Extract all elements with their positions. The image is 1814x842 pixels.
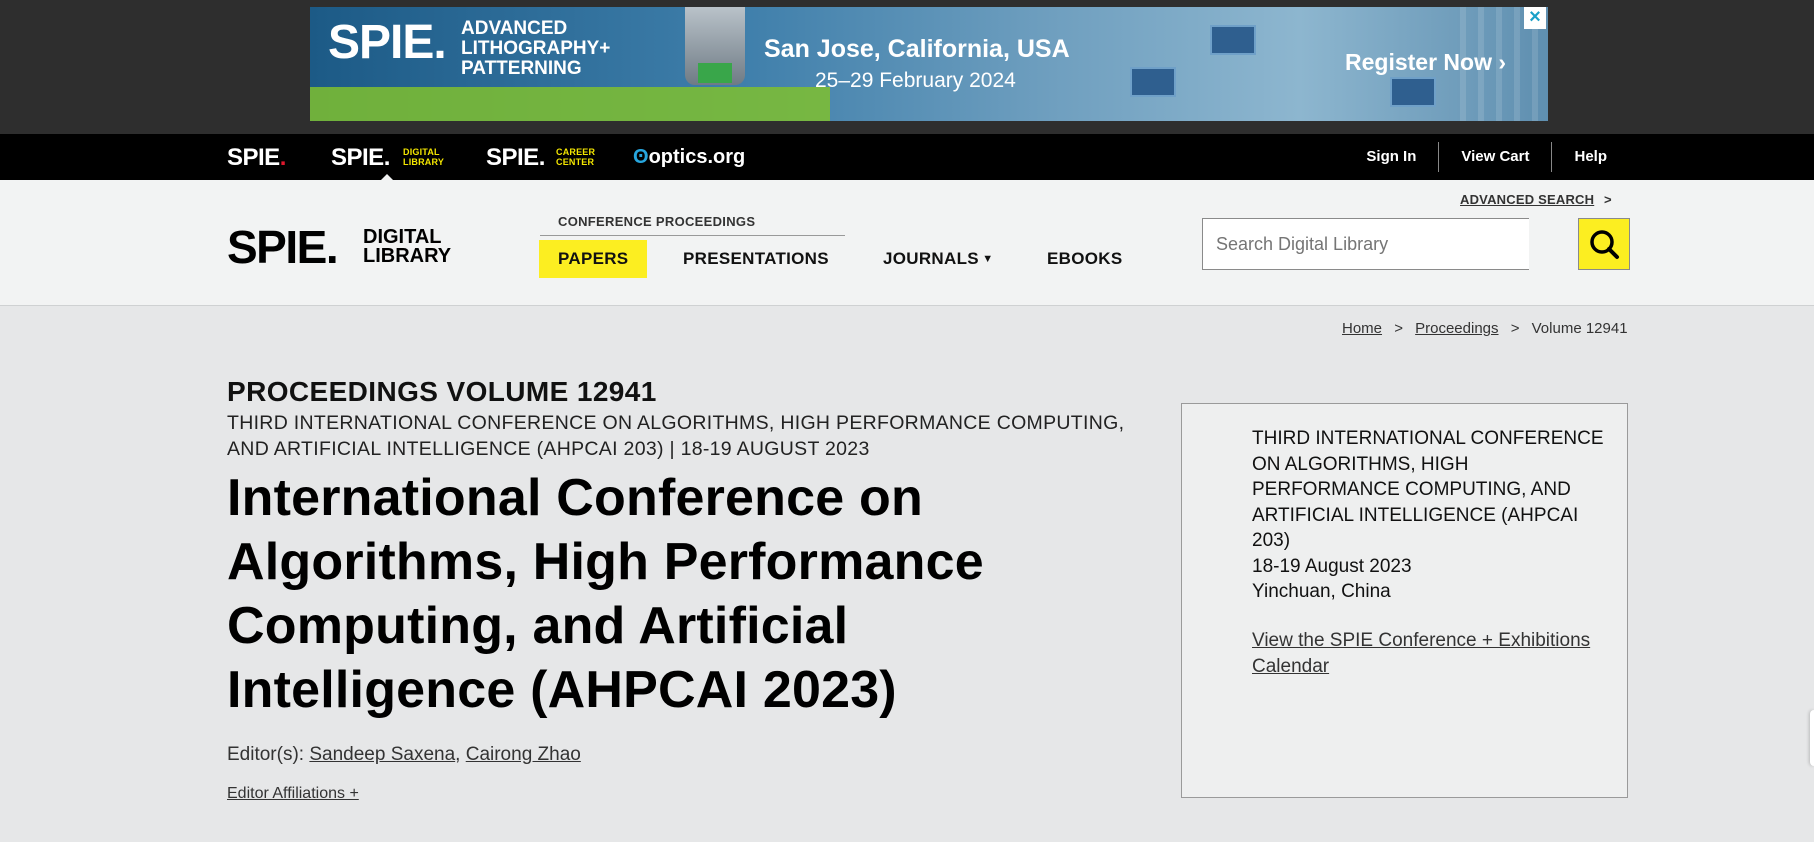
optics-org-link[interactable]: ʘoptics.org [633, 146, 745, 169]
ad-title: ADVANCED LITHOGRAPHY+ PATTERNING [461, 19, 610, 79]
conference-proceedings-label: CONFERENCE PROCEEDINGS [558, 214, 756, 229]
ad-title-line: LITHOGRAPHY+ [461, 38, 611, 59]
digital-library-brand-sub: DIGITAL LIBRARY [403, 147, 445, 167]
breadcrumb-home[interactable]: Home [1342, 320, 1382, 337]
digital-library-brand-link[interactable]: SPIE. DIGITAL LIBRARY [331, 144, 444, 172]
conference-info: THIRD INTERNATIONAL CONFERENCE ON ALGORI… [1252, 426, 1612, 605]
feedback-tab[interactable] [1810, 710, 1814, 766]
editors-label: Editor(s): [227, 744, 305, 765]
conference-info-card: THIRD INTERNATIONAL CONFERENCE ON ALGORI… [1181, 403, 1628, 798]
ad-spie-logo: SPIE. [328, 16, 447, 69]
search-icon [1590, 230, 1619, 259]
breadcrumb: Home > Proceedings > Volume 12941 [1342, 320, 1628, 337]
career-center-brand-name: SPIE. [486, 144, 545, 171]
breadcrumb-separator: > [1510, 320, 1520, 337]
help-link[interactable]: Help [1551, 142, 1629, 172]
editor-link[interactable]: Sandeep Saxena [309, 744, 455, 765]
advanced-search-arrow: > [1604, 192, 1612, 207]
editor-affiliations-toggle[interactable]: Editor Affiliations + [227, 785, 359, 803]
logo-digital-library: DIGITAL LIBRARY [363, 226, 452, 267]
conference-dates: 18-19 August 2023 [1252, 555, 1412, 577]
career-center-brand-link[interactable]: SPIE. CAREER CENTER [486, 144, 595, 172]
breadcrumb-separator: > [1394, 320, 1403, 337]
chevron-down-icon: ▼ [978, 253, 994, 265]
conference-subtitle: THIRD INTERNATIONAL CONFERENCE ON ALGORI… [227, 412, 1125, 460]
ad-title-line: PATTERNING [461, 58, 582, 79]
circuit-graphic [310, 87, 830, 121]
conference-calendar-link[interactable]: View the SPIE Conference + Exhibitions C… [1252, 628, 1592, 679]
ad-title-line: ADVANCED [461, 18, 568, 39]
digital-library-brand-name: SPIE. [331, 144, 390, 171]
nav-presentations[interactable]: PRESENTATIONS [683, 240, 829, 278]
advanced-search-link[interactable]: ADVANCED SEARCH [1460, 192, 1594, 207]
nav-journals-label: JOURNALS [883, 249, 979, 268]
conference-name: THIRD INTERNATIONAL CONFERENCE ON ALGORI… [1252, 428, 1604, 551]
optics-org-label: optics.org [648, 146, 746, 168]
search-input[interactable] [1202, 218, 1529, 270]
close-icon[interactable]: × [1524, 7, 1546, 29]
top-nav-bar: SPIE. SPIE. DIGITAL LIBRARY SPIE. CAREER C… [0, 134, 1814, 181]
editors-line: Editor(s): Sandeep Saxena, Cairong Zhao [227, 744, 581, 765]
logo-spie: SPIE. [227, 221, 339, 273]
spie-brand-link[interactable]: SPIE. [227, 144, 286, 172]
conference-location: Yinchuan, China [1252, 581, 1391, 602]
nav-ebooks[interactable]: EBOOKS [1047, 240, 1122, 278]
career-center-brand-sub: CAREER CENTER [556, 147, 596, 167]
spie-brand-name: SPIE. [227, 144, 286, 171]
site-header: SPIE. DIGITAL LIBRARY ADVANCED SEARCH > C… [0, 180, 1814, 306]
editor-link[interactable]: Cairong Zhao [466, 744, 581, 765]
view-cart-link[interactable]: View Cart [1438, 142, 1551, 172]
chip-graphic [1390, 77, 1436, 107]
chip-graphic [1210, 25, 1256, 55]
ad-location: San Jose, California, USA [764, 35, 1070, 63]
page-title: International Conference on Algorithms, … [227, 469, 984, 719]
volume-heading: PROCEEDINGS VOLUME 12941 [227, 376, 657, 407]
nav-divider [540, 235, 845, 236]
optics-arc-icon: ʘ [633, 146, 649, 168]
register-now-button[interactable]: Register Now › [1345, 49, 1506, 76]
sign-in-link[interactable]: Sign In [1344, 142, 1438, 172]
lithography-tool-tip [698, 63, 732, 83]
ad-dates: 25–29 February 2024 [815, 69, 1016, 92]
breadcrumb-current: Volume 12941 [1531, 320, 1628, 337]
chip-graphic [1130, 67, 1176, 97]
nav-journals[interactable]: JOURNALS ▼ [883, 240, 993, 278]
ad-strip: SPIE. ADVANCED LITHOGRAPHY+ PATTERNING S… [0, 0, 1814, 134]
ad-banner[interactable]: SPIE. ADVANCED LITHOGRAPHY+ PATTERNING S… [310, 7, 1548, 121]
account-links: Sign In View Cart Help [1344, 142, 1629, 172]
spie-digital-library-logo[interactable]: SPIE. DIGITAL LIBRARY [227, 220, 451, 274]
nav-papers[interactable]: PAPERS [539, 240, 648, 278]
search-button[interactable] [1578, 218, 1630, 270]
breadcrumb-proceedings[interactable]: Proceedings [1415, 320, 1498, 337]
